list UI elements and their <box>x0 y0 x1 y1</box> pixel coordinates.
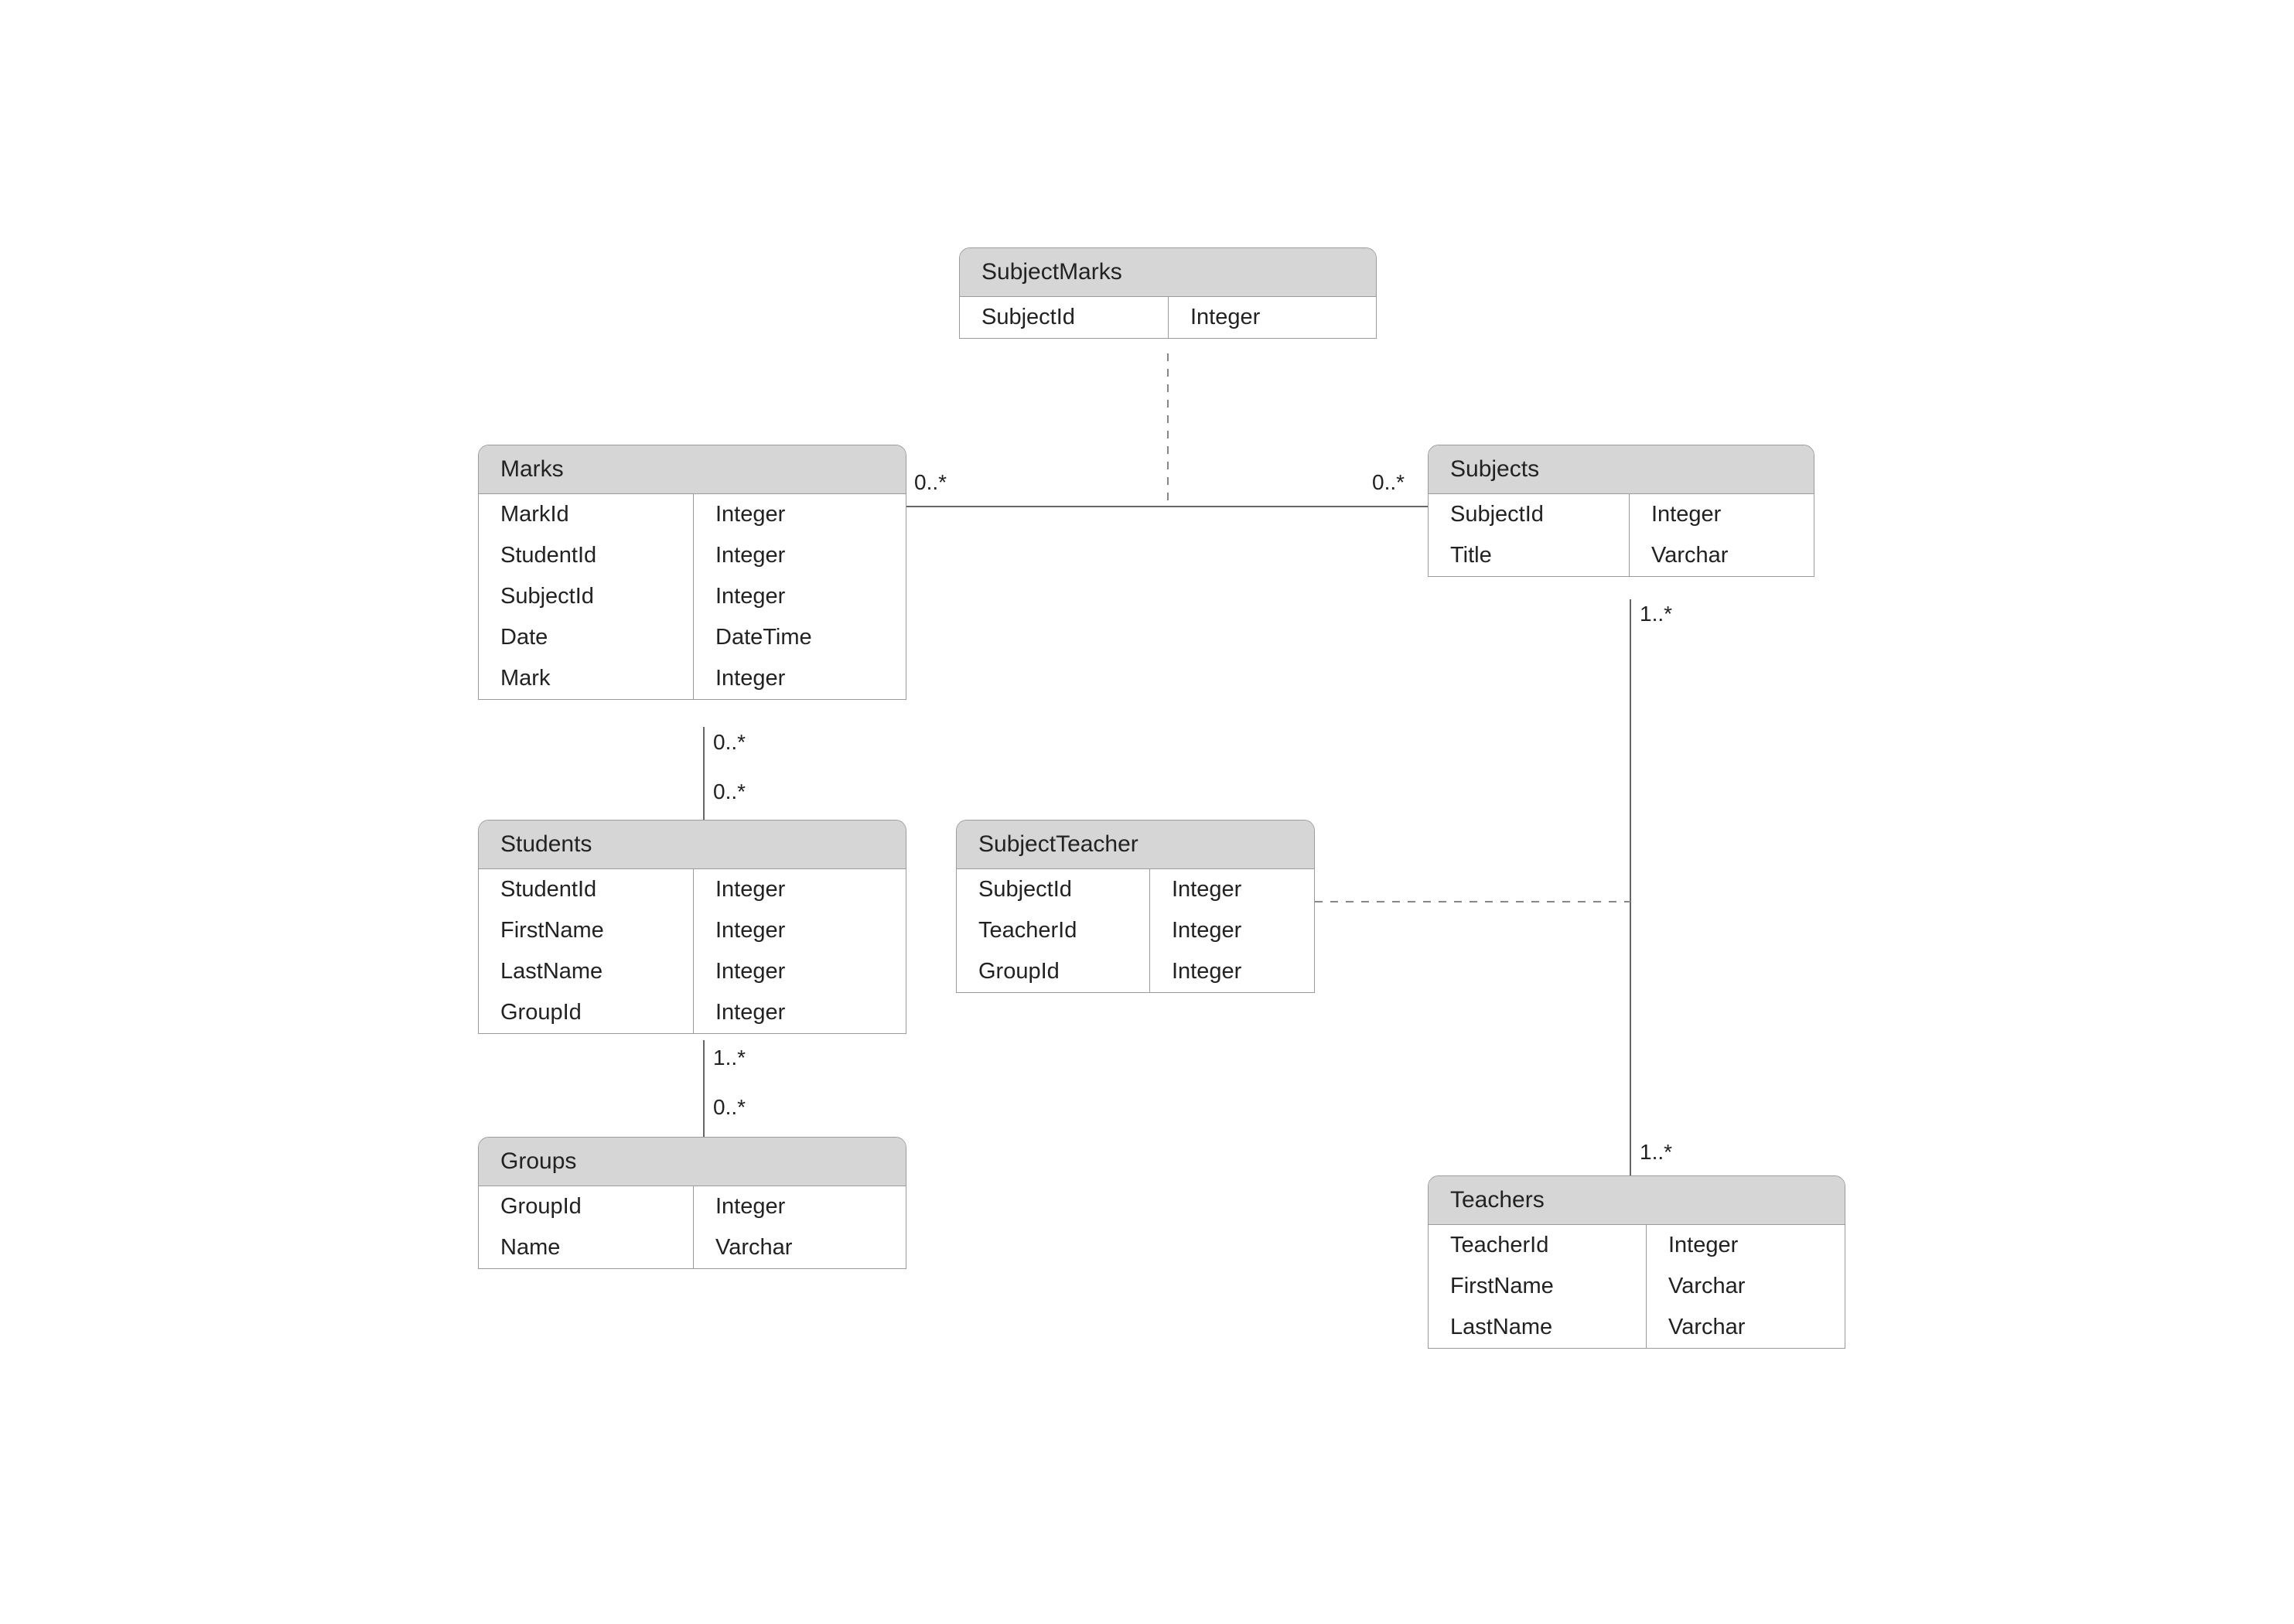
multiplicity-label: 1..* <box>1640 1140 1672 1165</box>
column-name: GroupId <box>957 951 1150 992</box>
table-row: LastName Varchar <box>1429 1307 1845 1348</box>
multiplicity-label: 0..* <box>713 730 746 755</box>
column-name: FirstName <box>1429 1266 1647 1307</box>
table-row: SubjectId Integer <box>1429 494 1814 535</box>
column-type: Integer <box>1150 869 1314 910</box>
column-name: Date <box>479 617 694 658</box>
column-name: LastName <box>1429 1307 1647 1348</box>
table-row: MarkId Integer <box>479 494 906 535</box>
entity-title: Groups <box>479 1138 906 1186</box>
table-row: SubjectId Integer <box>957 869 1314 910</box>
table-row: GroupId Integer <box>479 992 906 1033</box>
multiplicity-label: 0..* <box>914 470 947 495</box>
entity-rows: SubjectId Integer TeacherId Integer Grou… <box>957 869 1314 992</box>
connectors <box>0 0 2294 1624</box>
table-row: Name Varchar <box>479 1227 906 1268</box>
column-type: DateTime <box>694 617 906 658</box>
entity-title: Teachers <box>1429 1176 1845 1225</box>
column-name: Mark <box>479 658 694 699</box>
multiplicity-label: 0..* <box>713 780 746 804</box>
entity-groups[interactable]: Groups GroupId Integer Name Varchar <box>478 1137 906 1269</box>
table-row: StudentId Integer <box>479 535 906 576</box>
entity-rows: SubjectId Integer <box>960 297 1376 338</box>
column-name: Name <box>479 1227 694 1268</box>
column-type: Integer <box>1150 951 1314 992</box>
column-type: Varchar <box>1630 535 1814 576</box>
table-row: FirstName Integer <box>479 910 906 951</box>
table-row: GroupId Integer <box>479 1186 906 1227</box>
column-name: Title <box>1429 535 1630 576</box>
column-type: Varchar <box>1647 1307 1845 1348</box>
column-type: Varchar <box>1647 1266 1845 1307</box>
entity-title: SubjectTeacher <box>957 821 1314 869</box>
entity-students[interactable]: Students StudentId Integer FirstName Int… <box>478 820 906 1034</box>
column-name: TeacherId <box>957 910 1150 951</box>
table-row: SubjectId Integer <box>479 576 906 617</box>
table-row: StudentId Integer <box>479 869 906 910</box>
entity-subjectteacher[interactable]: SubjectTeacher SubjectId Integer Teacher… <box>956 820 1315 993</box>
column-type: Integer <box>1630 494 1814 535</box>
column-name: GroupId <box>479 992 694 1033</box>
entity-teachers[interactable]: Teachers TeacherId Integer FirstName Var… <box>1428 1175 1845 1349</box>
table-row: FirstName Varchar <box>1429 1266 1845 1307</box>
column-type: Integer <box>694 658 906 699</box>
column-name: SubjectId <box>1429 494 1630 535</box>
column-name: SubjectId <box>957 869 1150 910</box>
table-row: LastName Integer <box>479 951 906 992</box>
entity-rows: TeacherId Integer FirstName Varchar Last… <box>1429 1225 1845 1348</box>
column-type: Integer <box>694 535 906 576</box>
table-row: GroupId Integer <box>957 951 1314 992</box>
column-type: Integer <box>694 1186 906 1227</box>
column-type: Integer <box>1169 297 1376 338</box>
table-row: SubjectId Integer <box>960 297 1376 338</box>
entity-rows: MarkId Integer StudentId Integer Subject… <box>479 494 906 699</box>
column-name: GroupId <box>479 1186 694 1227</box>
entity-subjectmarks[interactable]: SubjectMarks SubjectId Integer <box>959 247 1377 339</box>
column-name: SubjectId <box>479 576 694 617</box>
entity-title: Marks <box>479 445 906 494</box>
multiplicity-label: 1..* <box>1640 602 1672 626</box>
table-row: Mark Integer <box>479 658 906 699</box>
column-type: Integer <box>694 576 906 617</box>
column-name: TeacherId <box>1429 1225 1647 1266</box>
entity-title: SubjectMarks <box>960 248 1376 297</box>
multiplicity-label: 0..* <box>1372 470 1405 495</box>
column-type: Varchar <box>694 1227 906 1268</box>
multiplicity-label: 0..* <box>713 1095 746 1120</box>
table-row: TeacherId Integer <box>957 910 1314 951</box>
entity-subjects[interactable]: Subjects SubjectId Integer Title Varchar <box>1428 445 1814 577</box>
entity-title: Subjects <box>1429 445 1814 494</box>
entity-marks[interactable]: Marks MarkId Integer StudentId Integer S… <box>478 445 906 700</box>
entity-rows: StudentId Integer FirstName Integer Last… <box>479 869 906 1033</box>
column-name: SubjectId <box>960 297 1169 338</box>
column-type: Integer <box>694 869 906 910</box>
column-type: Integer <box>1647 1225 1845 1266</box>
column-type: Integer <box>694 910 906 951</box>
entity-title: Students <box>479 821 906 869</box>
column-name: MarkId <box>479 494 694 535</box>
multiplicity-label: 1..* <box>713 1046 746 1070</box>
column-type: Integer <box>694 494 906 535</box>
column-type: Integer <box>1150 910 1314 951</box>
er-diagram-canvas: SubjectMarks SubjectId Integer Marks Mar… <box>0 0 2294 1624</box>
table-row: Date DateTime <box>479 617 906 658</box>
table-row: TeacherId Integer <box>1429 1225 1845 1266</box>
entity-rows: SubjectId Integer Title Varchar <box>1429 494 1814 576</box>
column-type: Integer <box>694 992 906 1033</box>
column-name: StudentId <box>479 869 694 910</box>
column-name: StudentId <box>479 535 694 576</box>
column-name: LastName <box>479 951 694 992</box>
column-type: Integer <box>694 951 906 992</box>
table-row: Title Varchar <box>1429 535 1814 576</box>
entity-rows: GroupId Integer Name Varchar <box>479 1186 906 1268</box>
column-name: FirstName <box>479 910 694 951</box>
